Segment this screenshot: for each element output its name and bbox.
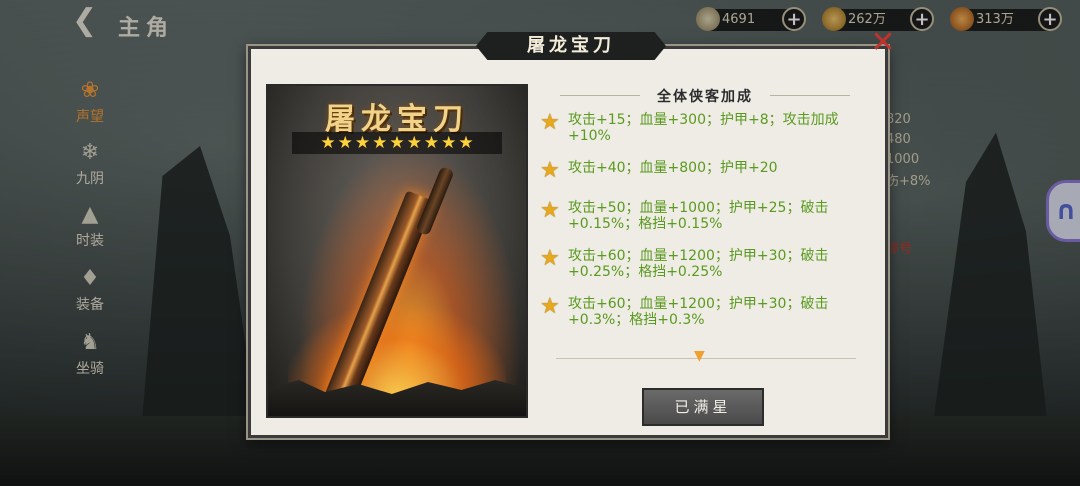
star-icon: ★ (540, 198, 560, 223)
bonus-text: 攻击+15；血量+300；护甲+8；攻击加成+10% (568, 112, 839, 144)
rating-star-icon: ★ (320, 133, 336, 153)
bonus-text: 攻击+50；血量+1000；护甲+25；破击+0.15%；格挡+0.15% (568, 200, 829, 232)
flames (288, 306, 506, 396)
rating-star-icon: ★ (337, 133, 353, 153)
rating-star-icon: ★ (458, 133, 474, 153)
star-icon: ★ (540, 110, 560, 135)
max-star-button[interactable]: 已满星 (642, 388, 764, 426)
rating-star-icon: ★ (406, 133, 422, 153)
rating-star-icon: ★ (354, 133, 371, 153)
rating-star-icon: ★ (423, 133, 440, 153)
bonus-text: 攻击+40；血量+800；护甲+20 (568, 160, 778, 176)
close-icon[interactable]: ✕ (868, 28, 898, 58)
bonus-header: 全体侠客加成 (560, 86, 850, 106)
star-icon: ★ (540, 158, 560, 183)
star-icon: ★ (540, 294, 560, 319)
dialog-title: 屠龙宝刀 (476, 32, 666, 60)
weapon-artwork: 屠龙宝刀 ★ ★ ★ ★ ★ ★ ★ ★ ★ (266, 84, 528, 418)
star-rating: ★ ★ ★ ★ ★ ★ ★ ★ ★ (292, 132, 502, 154)
star-icon: ★ (540, 246, 560, 271)
rating-star-icon: ★ (441, 133, 457, 153)
scroll-down-icon[interactable]: ▼ (694, 348, 705, 364)
rating-star-icon: ★ (389, 133, 405, 153)
rating-star-icon: ★ (372, 133, 388, 153)
bonus-text: 攻击+60；血量+1200；护甲+30；破击+0.25%；格挡+0.25% (568, 248, 829, 280)
bonus-text: 攻击+60；血量+1200；护甲+30；破击+0.3%；格挡+0.3% (568, 296, 829, 328)
divider (556, 358, 856, 359)
